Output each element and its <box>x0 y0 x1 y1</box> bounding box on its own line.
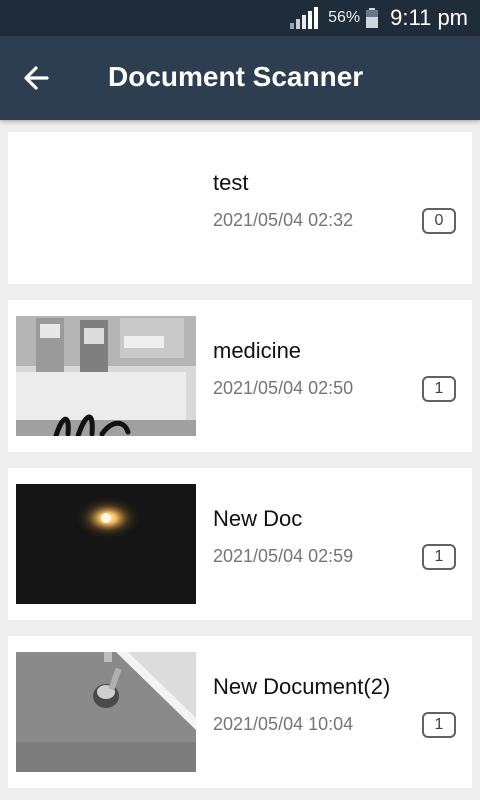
document-item[interactable]: medicine 2021/05/04 02:50 1 <box>8 300 472 452</box>
page-count-badge: 0 <box>422 208 456 234</box>
document-name: New Document(2) <box>213 674 391 699</box>
dark-light-photo <box>16 484 196 604</box>
document-date: 2021/05/04 02:32 <box>213 210 354 230</box>
gray-surface-photo <box>16 652 196 772</box>
page-count-badge: 1 <box>422 712 456 738</box>
document-name: New Doc <box>213 506 303 531</box>
document-item[interactable]: New Doc 2021/05/04 02:59 1 <box>8 468 472 620</box>
status-clock: 9:11 pm <box>390 5 468 30</box>
document-date: 2021/05/04 10:04 <box>213 714 354 734</box>
status-bar: 56% 9:11 pm <box>0 0 480 36</box>
arrow-back-icon <box>24 66 49 90</box>
page-count-badge: 1 <box>422 544 456 570</box>
medicine-photo <box>16 316 196 436</box>
document-name: test <box>213 170 249 195</box>
signal-icon <box>288 7 319 29</box>
document-thumbnail <box>16 316 196 436</box>
back-button[interactable] <box>14 56 58 100</box>
page-count-badge: 1 <box>422 376 456 402</box>
battery-percent: 56% <box>328 9 361 26</box>
document-thumbnail <box>16 148 196 268</box>
status-icons: 56% 9:11 pm <box>288 0 468 36</box>
document-name: medicine <box>213 338 302 363</box>
document-item[interactable]: test 2021/05/04 02:32 0 <box>8 132 472 284</box>
document-thumbnail <box>16 484 196 604</box>
document-date: 2021/05/04 02:50 <box>213 378 354 398</box>
document-thumbnail <box>16 652 196 772</box>
page-title: Document Scanner <box>108 61 364 92</box>
document-date: 2021/05/04 02:59 <box>213 546 354 566</box>
document-item[interactable]: New Document(2) 2021/05/04 10:04 1 <box>8 636 472 788</box>
battery-icon <box>366 8 379 28</box>
app-bar: Document Scanner <box>0 36 480 120</box>
